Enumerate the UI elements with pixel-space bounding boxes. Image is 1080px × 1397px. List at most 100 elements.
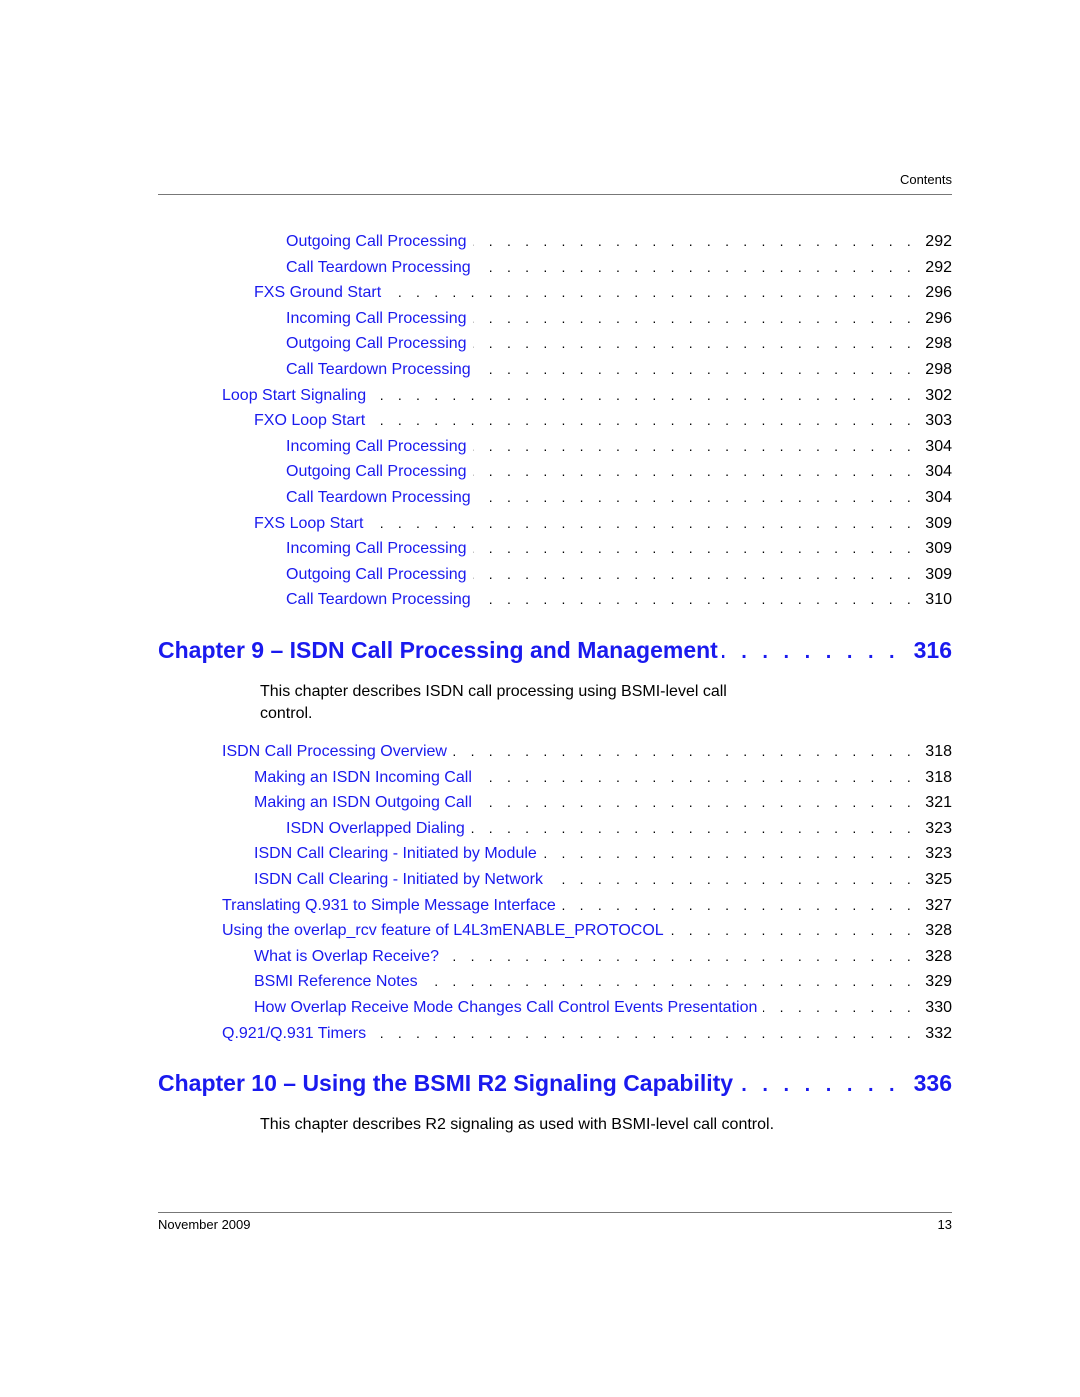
toc-entry-page: 332 — [925, 1024, 952, 1042]
leader-dots: . . . . . . . . . . . . . . . . . . . . … — [477, 489, 916, 505]
toc-entry-page: 327 — [925, 896, 952, 914]
leader-dots: . . . . . . . . . . . . . . . . . . . . … — [473, 565, 916, 582]
toc-entry[interactable]: Incoming Call Processing. . . . . . . . … — [286, 540, 952, 562]
toc-entry[interactable]: ISDN Overlapped Dialing. . . . . . . . .… — [286, 820, 952, 842]
toc-entry-page: 323 — [925, 845, 952, 863]
leader-dots: . . . . . . . . . . . . . . . . . . . . … — [387, 284, 916, 301]
leader-dots: . . . . . . . . . . . . . . . . . . . . … — [452, 743, 916, 759]
toc-entry[interactable]: Call Teardown Processing. . . . . . . . … — [286, 361, 952, 383]
chapter-9-page: 316 — [913, 637, 952, 663]
chapter-10-heading[interactable]: Chapter 10 – Using the BSMI R2 Signaling… — [158, 1070, 952, 1097]
leader-dots: . . . . . . . . . . . . . . . . . . . . — [737, 1074, 900, 1096]
toc-entry[interactable]: Loop Start Signaling. . . . . . . . . . … — [222, 387, 952, 409]
toc-entry[interactable]: How Overlap Receive Mode Changes Call Co… — [254, 999, 952, 1021]
toc-entry-title[interactable]: Outgoing Call Processing — [286, 463, 473, 481]
toc-entry-page: 328 — [925, 947, 952, 965]
toc-entry-title[interactable]: Incoming Call Processing — [286, 438, 473, 456]
toc-entry-title[interactable]: What is Overlap Receive? — [254, 948, 445, 966]
toc-entry-title[interactable]: How Overlap Receive Mode Changes Call Co… — [254, 999, 763, 1017]
toc-entry-title[interactable]: Incoming Call Processing — [286, 540, 473, 558]
toc-entry-title[interactable]: Making an ISDN Incoming Call — [254, 769, 478, 787]
toc-entry-title[interactable]: ISDN Overlapped Dialing — [286, 820, 471, 838]
header-label: Contents — [899, 172, 952, 187]
toc-entry-page: 309 — [925, 514, 952, 532]
toc-entry-page: 321 — [925, 794, 952, 812]
toc-entry-title[interactable]: Making an ISDN Outgoing Call — [254, 794, 478, 812]
toc-entry[interactable]: Incoming Call Processing. . . . . . . . … — [286, 310, 952, 332]
leader-dots: . . . . . . . . . . . . . . . . . . . . … — [473, 463, 916, 480]
leader-dots: . . . . . . . . . . . . . . . . . . . . … — [473, 233, 916, 249]
toc-entry[interactable]: ISDN Call Processing Overview. . . . . .… — [222, 743, 952, 765]
toc-entry[interactable]: Translating Q.931 to Simple Message Inte… — [222, 897, 952, 919]
chapter-10-page: 336 — [913, 1070, 952, 1096]
toc-entry-title[interactable]: Translating Q.931 to Simple Message Inte… — [222, 897, 562, 915]
footer-page-number: 13 — [937, 1217, 952, 1232]
toc-entry-page: 330 — [925, 999, 952, 1016]
leader-dots: . . . . . . . . . . . . . . . . . . . . … — [372, 1024, 916, 1041]
toc-entry[interactable]: ISDN Call Clearing - Initiated by Networ… — [254, 871, 952, 893]
toc-entry-title[interactable]: ISDN Call Clearing - Initiated by Networ… — [254, 871, 549, 889]
toc-entry[interactable]: Call Teardown Processing. . . . . . . . … — [286, 591, 952, 613]
toc-entry-page: 304 — [925, 489, 952, 506]
toc-entry-title[interactable]: Using the overlap_rcv feature of L4L3mEN… — [222, 922, 670, 940]
toc-entry-page: 318 — [925, 743, 952, 760]
toc-entry-title[interactable]: BSMI Reference Notes — [254, 973, 424, 991]
leader-dots: . . . . . . . . . . . . . . . . . . . . … — [477, 591, 916, 608]
leader-dots: . . . . . . . . . . . . . . . . . . . . … — [477, 361, 916, 377]
toc-entry-title[interactable]: Call Teardown Processing — [286, 489, 477, 507]
toc-entry-title[interactable]: Call Teardown Processing — [286, 259, 477, 277]
leader-dots: . . . . . . . . . . . . . . . . . . . . … — [372, 386, 916, 403]
toc-entry[interactable]: Incoming Call Processing. . . . . . . . … — [286, 438, 952, 460]
toc-entry-page: 318 — [925, 768, 952, 786]
toc-entry[interactable]: Outgoing Call Processing. . . . . . . . … — [286, 566, 952, 588]
header-divider — [158, 194, 952, 195]
toc-entry-title[interactable]: FXS Loop Start — [254, 515, 369, 533]
leader-dots: . . . . . . . . . . . . . . . . . . . . … — [543, 845, 916, 862]
toc-entry-page: 329 — [925, 973, 952, 991]
chapter-10-title[interactable]: Chapter 10 – Using the BSMI R2 Signaling… — [158, 1070, 737, 1097]
toc-entry[interactable]: FXO Loop Start. . . . . . . . . . . . . … — [254, 412, 952, 434]
toc-entry-title[interactable]: ISDN Call Processing Overview — [222, 743, 453, 761]
toc-entry[interactable]: BSMI Reference Notes. . . . . . . . . . … — [254, 973, 952, 995]
toc-entry-page: 303 — [925, 412, 952, 430]
toc-entry-title[interactable]: FXS Ground Start — [254, 284, 387, 302]
toc-entry-page: 328 — [925, 922, 952, 940]
toc-entry-page: 309 — [925, 540, 952, 558]
leader-dots: . . . . . . . . . . . . . . . . . . . . … — [670, 922, 916, 939]
toc-entry[interactable]: Call Teardown Processing. . . . . . . . … — [286, 259, 952, 281]
toc-entry[interactable]: Q.921/Q.931 Timers. . . . . . . . . . . … — [222, 1025, 952, 1047]
toc-entry[interactable]: FXS Ground Start. . . . . . . . . . . . … — [254, 284, 952, 306]
chapter-9-heading[interactable]: Chapter 9 – ISDN Call Processing and Man… — [158, 637, 952, 664]
toc-entry-title[interactable]: Call Teardown Processing — [286, 361, 477, 379]
toc-entry-title[interactable]: Loop Start Signaling — [222, 387, 372, 405]
toc-entry-page: 298 — [925, 361, 952, 378]
toc-entry[interactable]: What is Overlap Receive?. . . . . . . . … — [254, 948, 952, 970]
leader-dots: . . . . . . . . . . . . . . . . . . . . … — [424, 973, 916, 990]
chapter-9-title[interactable]: Chapter 9 – ISDN Call Processing and Man… — [158, 637, 722, 664]
toc-entry[interactable]: Outgoing Call Processing. . . . . . . . … — [286, 463, 952, 485]
toc-entry-page: 298 — [925, 335, 952, 353]
leader-dots: . . . . . . . . . . . . . . . . . . . . … — [473, 309, 916, 326]
toc-entry[interactable]: Outgoing Call Processing. . . . . . . . … — [286, 233, 952, 255]
toc-entry-title[interactable]: ISDN Call Clearing - Initiated by Module — [254, 845, 543, 863]
toc-entry[interactable]: Call Teardown Processing. . . . . . . . … — [286, 489, 952, 511]
toc-entry[interactable]: ISDN Call Clearing - Initiated by Module… — [254, 845, 952, 867]
toc-entry[interactable]: FXS Loop Start. . . . . . . . . . . . . … — [254, 515, 952, 537]
leader-dots: . . . . . . . . . . . . . . . . . . . . … — [470, 819, 916, 836]
toc-entry[interactable]: Using the overlap_rcv feature of L4L3mEN… — [222, 922, 952, 944]
leader-dots: . . . . . . . . . . . . . . . . . . . . … — [371, 412, 916, 429]
leader-dots: . . . . . . . . . . . . . . . . . . . . … — [473, 540, 916, 557]
toc-entry-title[interactable]: Outgoing Call Processing — [286, 233, 473, 251]
toc-entry[interactable]: Outgoing Call Processing. . . . . . . . … — [286, 335, 952, 357]
toc-entry[interactable]: Making an ISDN Outgoing Call. . . . . . … — [254, 794, 952, 816]
toc-entry-title[interactable]: Outgoing Call Processing — [286, 566, 473, 584]
leader-dots: . . . . . . . . . . . . . . . . . . . . … — [763, 999, 916, 1015]
toc-entry[interactable]: Making an ISDN Incoming Call. . . . . . … — [254, 769, 952, 791]
toc-entry-title[interactable]: FXO Loop Start — [254, 412, 371, 430]
toc-entry-title[interactable]: Outgoing Call Processing — [286, 335, 473, 353]
toc-entry-page: 296 — [925, 309, 952, 327]
toc-entry-title[interactable]: Call Teardown Processing — [286, 591, 477, 609]
toc-entry-page: 310 — [925, 591, 952, 609]
toc-entry-title[interactable]: Q.921/Q.931 Timers — [222, 1025, 372, 1043]
toc-entry-title[interactable]: Incoming Call Processing — [286, 310, 473, 328]
